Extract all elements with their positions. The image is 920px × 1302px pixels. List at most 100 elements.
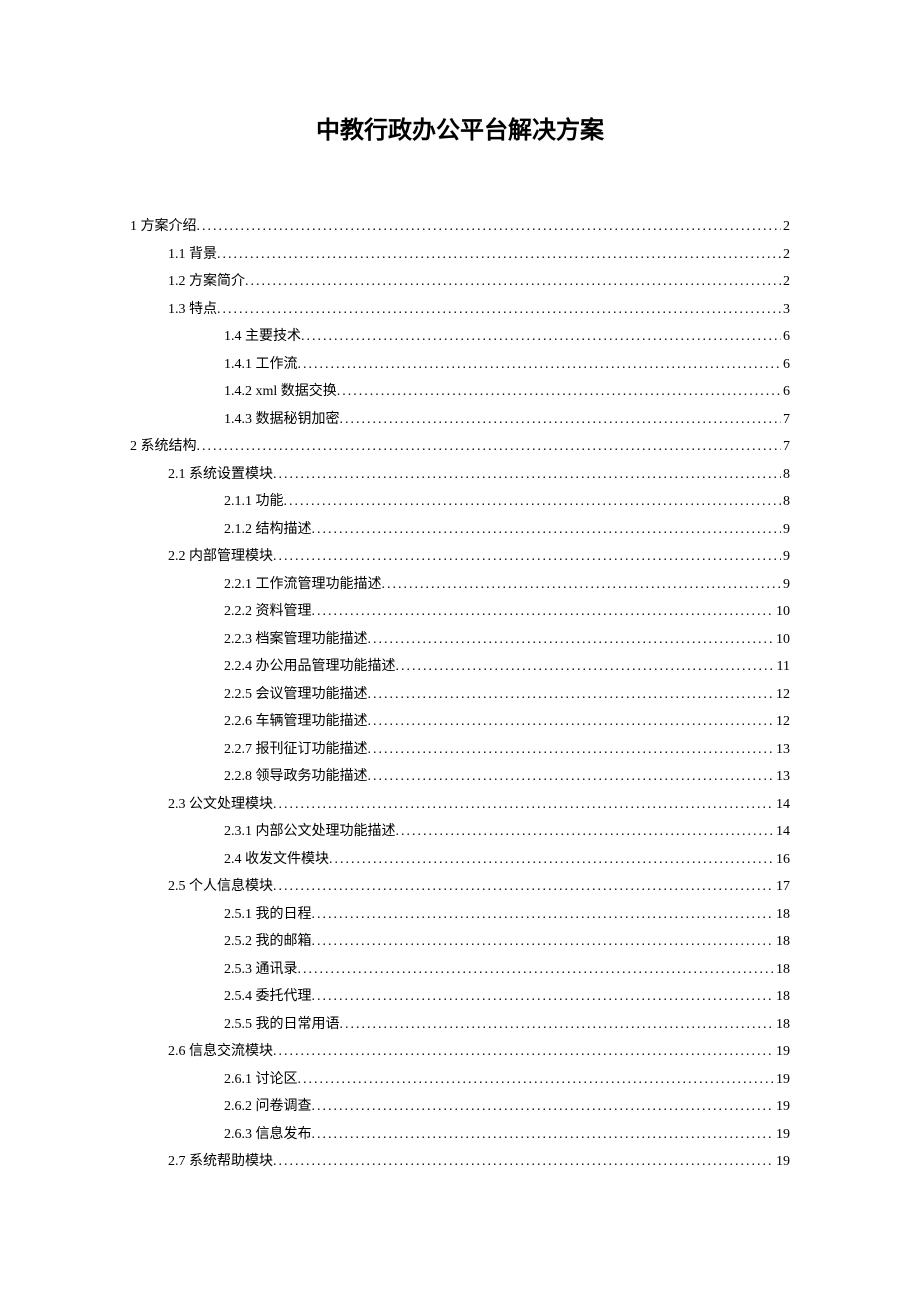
- toc-entry[interactable]: 2.1.2 结构描述 9: [130, 516, 790, 544]
- toc-entry-label: 2.3 公文处理模块: [168, 791, 273, 819]
- toc-entry-label: 2.5.3 通讯录: [224, 956, 298, 984]
- toc-entry-label: 2.1.1 功能: [224, 488, 284, 516]
- toc-entry[interactable]: 2.6 信息交流模块19: [130, 1038, 790, 1066]
- toc-entry[interactable]: 1.1 背景2: [130, 241, 790, 269]
- toc-entry[interactable]: 2.2 内部管理模块 9: [130, 543, 790, 571]
- toc-entry-label: 2.5.1 我的日程: [224, 901, 312, 929]
- toc-entry[interactable]: 2.5.4 委托代理18: [130, 983, 790, 1011]
- toc-entry-label: 2.2.2 资料管理: [224, 598, 312, 626]
- toc-entry[interactable]: 2.5.1 我的日程 18: [130, 901, 790, 929]
- toc-entry-page: 8: [781, 488, 790, 516]
- toc-entry-page: 12: [774, 681, 790, 709]
- toc-entry-page: 11: [775, 653, 790, 681]
- toc-leader-dots: [329, 846, 774, 874]
- toc-entry[interactable]: 1.3 特点 3: [130, 296, 790, 324]
- toc-entry[interactable]: 2.1.1 功能 8: [130, 488, 790, 516]
- toc-leader-dots: [217, 241, 781, 269]
- toc-entry-label: 1.4.1 工作流: [224, 351, 298, 379]
- toc-entry-page: 2: [781, 213, 790, 241]
- toc-entry[interactable]: 2.1 系统设置模块8: [130, 461, 790, 489]
- toc-entry[interactable]: 2.2.2 资料管理 10: [130, 598, 790, 626]
- toc-entry-page: 7: [781, 433, 790, 461]
- toc-leader-dots: [312, 983, 775, 1011]
- toc-entry-label: 1.3 特点: [168, 296, 217, 324]
- toc-leader-dots: [273, 1148, 774, 1176]
- toc-entry[interactable]: 2.6.3 信息发布19: [130, 1121, 790, 1149]
- toc-entry[interactable]: 2.2.6 车辆管理功能描述12: [130, 708, 790, 736]
- toc-entry[interactable]: 2.5.3 通讯录18: [130, 956, 790, 984]
- toc-entry-page: 10: [774, 598, 790, 626]
- toc-entry-page: 3: [781, 296, 790, 324]
- toc-entry[interactable]: 2.7 系统帮助模块19: [130, 1148, 790, 1176]
- toc-leader-dots: [245, 268, 781, 296]
- toc-entry[interactable]: 2.2.5 会议管理功能描述 12: [130, 681, 790, 709]
- toc-leader-dots: [284, 488, 782, 516]
- toc-entry-page: 9: [781, 516, 790, 544]
- toc-leader-dots: [368, 763, 775, 791]
- toc-entry-page: 2: [781, 268, 790, 296]
- toc-entry[interactable]: 2.4 收发文件模块16: [130, 846, 790, 874]
- toc-entry-page: 19: [774, 1066, 790, 1094]
- toc-entry-label: 2.2.4 办公用品管理功能描述: [224, 653, 396, 681]
- toc-entry[interactable]: 1.4.2 xml 数据交换 6: [130, 378, 790, 406]
- toc-entry-page: 9: [781, 571, 790, 599]
- toc-entry[interactable]: 2.3.1 内部公文处理功能描述 14: [130, 818, 790, 846]
- toc-entry-label: 2.6.1 讨论区: [224, 1066, 298, 1094]
- toc-leader-dots: [368, 626, 775, 654]
- toc-entry[interactable]: 2.5.5 我的日常用语18: [130, 1011, 790, 1039]
- toc-leader-dots: [396, 653, 775, 681]
- toc-entry[interactable]: 1.4.3 数据秘钥加密7: [130, 406, 790, 434]
- toc-entry-label: 2.4 收发文件模块: [224, 846, 329, 874]
- toc-entry[interactable]: 1.4.1 工作流 6: [130, 351, 790, 379]
- toc-leader-dots: [368, 681, 775, 709]
- document-page: 中教行政办公平台解决方案 1 方案介绍21.1 背景21.2 方案简介21.3 …: [0, 0, 920, 1176]
- toc-entry-page: 14: [774, 791, 790, 819]
- toc-entry-label: 2.5.4 委托代理: [224, 983, 312, 1011]
- toc-leader-dots: [312, 1121, 775, 1149]
- toc-entry-page: 19: [774, 1093, 790, 1121]
- toc-entry[interactable]: 2.2.8 领导政务功能描述13: [130, 763, 790, 791]
- toc-entry-page: 18: [774, 901, 790, 929]
- toc-entry-label: 2.2.3 档案管理功能描述: [224, 626, 368, 654]
- toc-entry-label: 2.2.7 报刊征订功能描述: [224, 736, 368, 764]
- toc-entry-label: 1.4.3 数据秘钥加密: [224, 406, 340, 434]
- toc-entry-label: 2.5.5 我的日常用语: [224, 1011, 340, 1039]
- toc-entry[interactable]: 1.2 方案简介 2: [130, 268, 790, 296]
- toc-entry-page: 8: [781, 461, 790, 489]
- toc-entry-label: 2.1.2 结构描述: [224, 516, 312, 544]
- toc-entry-label: 2.2.5 会议管理功能描述: [224, 681, 368, 709]
- toc-entry[interactable]: 2 系统结构7: [130, 433, 790, 461]
- toc-entry-page: 6: [781, 351, 790, 379]
- toc-entry[interactable]: 2.5 个人信息模块17: [130, 873, 790, 901]
- toc-entry[interactable]: 2.5.2 我的邮箱18: [130, 928, 790, 956]
- toc-leader-dots: [273, 873, 774, 901]
- toc-leader-dots: [298, 351, 782, 379]
- toc-entry[interactable]: 1.4 主要技术 6: [130, 323, 790, 351]
- toc-entry-label: 1 方案介绍: [130, 213, 197, 241]
- toc-entry-label: 2.2 内部管理模块: [168, 543, 273, 571]
- toc-entry-page: 14: [774, 818, 790, 846]
- toc-leader-dots: [340, 406, 782, 434]
- toc-leader-dots: [217, 296, 781, 324]
- toc-entry[interactable]: 2.2.4 办公用品管理功能描述 11: [130, 653, 790, 681]
- toc-entry-label: 1.2 方案简介: [168, 268, 245, 296]
- toc-entry-label: 2.5.2 我的邮箱: [224, 928, 312, 956]
- toc-entry[interactable]: 2.2.3 档案管理功能描述 10: [130, 626, 790, 654]
- toc-leader-dots: [273, 543, 781, 571]
- toc-entry-page: 6: [781, 378, 790, 406]
- toc-entry[interactable]: 2.6.2 问卷调查19: [130, 1093, 790, 1121]
- toc-entry-page: 10: [774, 626, 790, 654]
- toc-entry-page: 19: [774, 1148, 790, 1176]
- toc-leader-dots: [298, 956, 775, 984]
- toc-entry-label: 2.3.1 内部公文处理功能描述: [224, 818, 396, 846]
- toc-entry[interactable]: 2.2.7 报刊征订功能描述13: [130, 736, 790, 764]
- toc-entry[interactable]: 2.2.1 工作流管理功能描述9: [130, 571, 790, 599]
- toc-entry-label: 2.2.6 车辆管理功能描述: [224, 708, 368, 736]
- toc-entry-page: 19: [774, 1038, 790, 1066]
- toc-entry-page: 6: [781, 323, 790, 351]
- toc-entry[interactable]: 1 方案介绍 2: [130, 213, 790, 241]
- toc-entry-label: 1.4 主要技术: [224, 323, 301, 351]
- toc-entry-page: 9: [781, 543, 790, 571]
- toc-entry[interactable]: 2.6.1 讨论区 19: [130, 1066, 790, 1094]
- toc-entry[interactable]: 2.3 公文处理模块 14: [130, 791, 790, 819]
